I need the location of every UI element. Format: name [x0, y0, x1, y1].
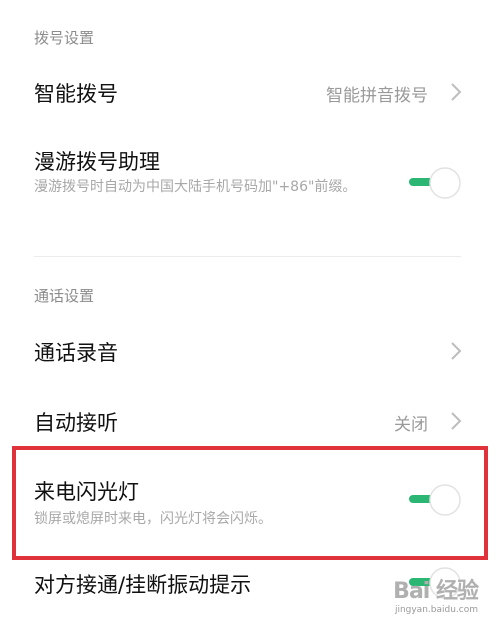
- call-settings-header: 通话设置: [34, 287, 95, 305]
- dial-settings-header: 拨号设置: [34, 29, 95, 47]
- roaming-dial-title: 漫游拨号助理: [34, 150, 160, 174]
- auto-answer-title: 自动接听: [34, 411, 118, 435]
- roaming-dial-subtitle: 漫游拨号时自动为中国大陆手机号码加"+86"前缀。: [34, 179, 357, 195]
- baidu-watermark: Bai 经验 jingyan.baidu.com: [393, 573, 479, 615]
- roaming-dial-row: 漫游拨号助理 漫游拨号时自动为中国大陆手机号码加"+86"前缀。: [0, 140, 500, 230]
- watermark-brand: Bai 经验: [393, 579, 479, 604]
- section-divider: [34, 256, 461, 257]
- smart-dial-title: 智能拨号: [34, 82, 118, 106]
- chevron-right-icon: [451, 412, 462, 430]
- vibrate-hint-title: 对方接通/挂断振动提示: [34, 573, 252, 597]
- auto-answer-row[interactable]: 自动接听 关闭: [0, 390, 500, 450]
- smart-dial-row[interactable]: 智能拨号 智能拼音拨号: [0, 62, 500, 122]
- smart-dial-value: 智能拼音拨号: [326, 86, 428, 106]
- roaming-dial-toggle[interactable]: [407, 166, 463, 200]
- auto-answer-value: 关闭: [394, 415, 428, 435]
- chevron-right-icon: [451, 83, 462, 101]
- chevron-right-icon: [451, 342, 462, 360]
- highlight-box: [12, 446, 488, 560]
- call-recording-title: 通话录音: [34, 341, 118, 365]
- watermark-url: jingyan.baidu.com: [394, 605, 478, 615]
- call-recording-row[interactable]: 通话录音: [0, 320, 500, 380]
